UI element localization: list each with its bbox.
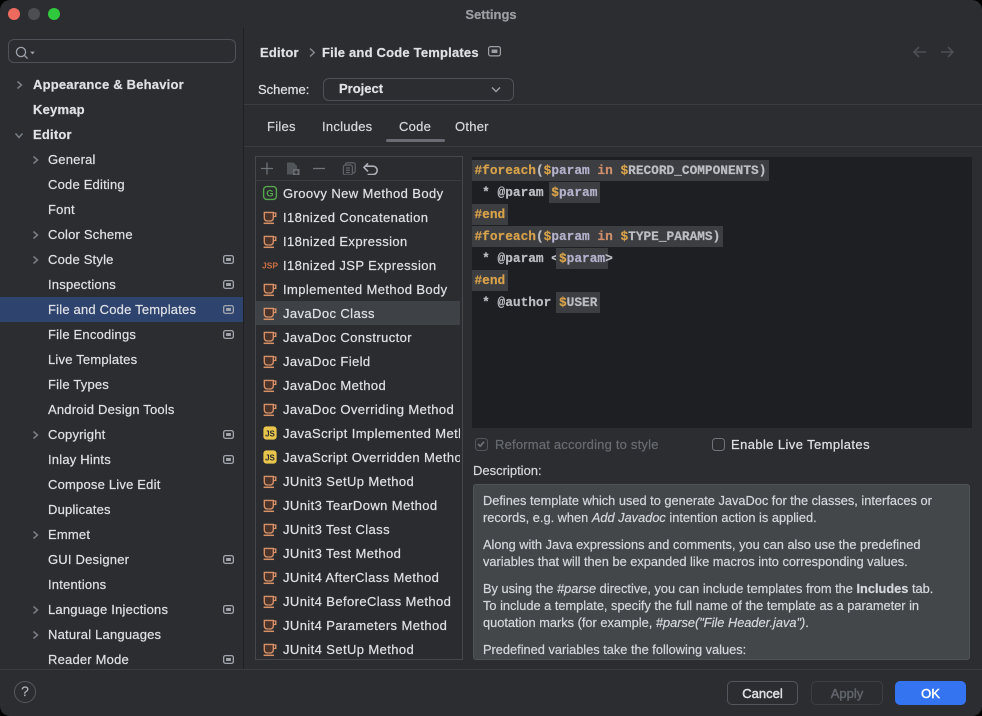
svg-text:G: G [266,189,273,200]
svg-text:JS: JS [265,429,275,438]
svg-text:JS: JS [265,453,275,462]
svg-text:JSP: JSP [262,261,278,271]
